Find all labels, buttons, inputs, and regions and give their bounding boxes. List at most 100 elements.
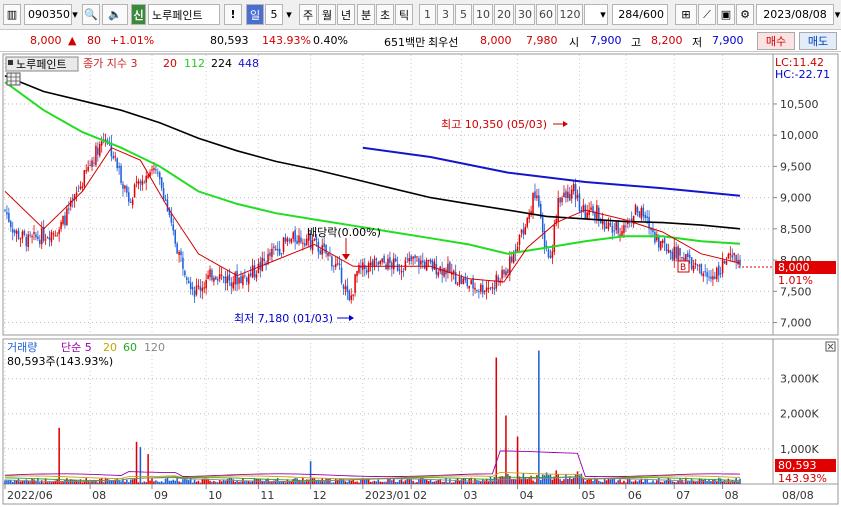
- minute-1-button[interactable]: 1: [419, 4, 436, 25]
- search-icon[interactable]: 🔍: [82, 4, 100, 25]
- image-icon[interactable]: ▣: [717, 4, 735, 25]
- settings-gear-icon[interactable]: ⚙: [736, 4, 754, 25]
- candle-body: [11, 229, 14, 233]
- candle-body: [675, 247, 677, 259]
- candle-body: [373, 258, 376, 266]
- candle-body: [717, 265, 720, 276]
- candle-body: [162, 188, 165, 199]
- volume-bar: [654, 482, 656, 484]
- x-axis-label: 09: [154, 489, 168, 502]
- volume-bar: [642, 481, 645, 484]
- candle-body: [727, 253, 730, 259]
- volume-bar: [128, 482, 130, 484]
- candle-body: [62, 215, 64, 225]
- candle-body: [135, 181, 138, 183]
- volume-bar: [89, 481, 91, 484]
- period-week-button[interactable]: 주: [299, 4, 317, 25]
- volume-bar: [162, 482, 165, 484]
- sound-icon[interactable]: 🔈: [102, 4, 128, 25]
- candle-body: [288, 239, 291, 241]
- volume-bar: [549, 474, 552, 484]
- volume-bar: [650, 482, 652, 484]
- date-dropdown-icon[interactable]: ▾: [834, 4, 841, 25]
- period-tick-button[interactable]: 틱: [395, 4, 413, 25]
- table-icon[interactable]: [6, 72, 21, 86]
- minute-dropdown-icon[interactable]: ▾: [597, 4, 609, 25]
- stock-chart[interactable]: 7,000 7,500 8,000 8,500 9,000 9,500 10,000 10,5…: [0, 52, 841, 507]
- candle-body: [437, 272, 440, 276]
- period-year-button[interactable]: 년: [337, 4, 355, 25]
- candle-body: [422, 260, 424, 263]
- candle-body: [667, 249, 670, 253]
- candle-body: [431, 260, 434, 270]
- candle-body: [729, 253, 732, 256]
- candle-body: [690, 257, 693, 269]
- candle-body: [48, 237, 51, 240]
- period-day-button[interactable]: 일: [246, 4, 264, 25]
- current-volume-tag-label: 80,593: [778, 459, 817, 472]
- stock-tab-label: 노루페인트: [16, 58, 67, 71]
- buy-button[interactable]: 매수: [757, 32, 795, 50]
- minute-3-button[interactable]: 3: [437, 4, 454, 25]
- candle-body: [218, 274, 221, 280]
- x-axis-label: 11: [260, 489, 274, 502]
- candle-body: [325, 244, 327, 254]
- candle-body: [352, 294, 354, 296]
- volume-bar: [213, 480, 215, 484]
- minute-120-button[interactable]: 120: [557, 4, 583, 25]
- period-dropdown-icon[interactable]: ▾: [283, 4, 295, 25]
- code-dropdown-icon[interactable]: ▾: [70, 4, 80, 25]
- stock-code-input[interactable]: 090350: [24, 4, 72, 25]
- candle-body: [507, 269, 509, 274]
- candle-type-icon[interactable]: ⊞: [675, 4, 697, 25]
- candle-body: [294, 229, 296, 242]
- volume-bar: [723, 480, 726, 484]
- minute-5-button[interactable]: 5: [455, 4, 472, 25]
- chart-icon[interactable]: ▥: [3, 4, 21, 25]
- volume-bar: [524, 477, 527, 484]
- minute-20-button[interactable]: 20: [494, 4, 514, 25]
- volume-bar: [410, 479, 412, 484]
- candle-body: [476, 289, 478, 291]
- period-month-button[interactable]: 월: [318, 4, 336, 25]
- price-tick-label: 7,000: [780, 317, 812, 330]
- sell-button[interactable]: 매도: [799, 32, 837, 50]
- candle-body: [216, 279, 219, 281]
- candle-body: [714, 276, 716, 279]
- volume-bar: [634, 480, 637, 484]
- date-input[interactable]: 2023/08/08: [756, 4, 834, 25]
- candle-body: [79, 186, 82, 189]
- line-type-icon[interactable]: ⟋: [698, 4, 716, 25]
- new-badge: 신: [131, 4, 146, 25]
- candle-body: [423, 261, 426, 269]
- volume: 80,593: [210, 34, 249, 47]
- volume-bar: [536, 475, 538, 484]
- volume-bar: [667, 478, 670, 484]
- candle-body: [460, 276, 463, 284]
- period-value[interactable]: 5: [265, 4, 283, 25]
- period-second-button[interactable]: 초: [376, 4, 394, 25]
- candle-body: [305, 238, 308, 245]
- minute-60-button[interactable]: 60: [536, 4, 556, 25]
- price-tick-label: 10,500: [780, 98, 819, 111]
- minute-10-button[interactable]: 10: [473, 4, 493, 25]
- volume-bar: [601, 482, 604, 484]
- candle-body: [178, 251, 180, 255]
- period-minute-button[interactable]: 분: [357, 4, 375, 25]
- volume-bar: [607, 478, 610, 484]
- candle-body: [160, 177, 163, 188]
- volume-bar: [582, 478, 585, 484]
- volume-bar: [276, 478, 279, 484]
- candle-body: [596, 205, 598, 219]
- candle-body: [170, 214, 173, 223]
- volume-ma-label: 단순 5: [61, 341, 92, 354]
- candle-body: [410, 256, 412, 261]
- volume-bar: [510, 479, 513, 484]
- x-axis-label: 07: [676, 489, 690, 502]
- volume-title: 거래량: [7, 341, 37, 354]
- warning-button[interactable]: !: [224, 4, 242, 25]
- candle-body: [665, 243, 668, 251]
- minute-30-button[interactable]: 30: [515, 4, 535, 25]
- data-count-field[interactable]: 284/600: [612, 4, 668, 25]
- candle-body: [77, 190, 80, 192]
